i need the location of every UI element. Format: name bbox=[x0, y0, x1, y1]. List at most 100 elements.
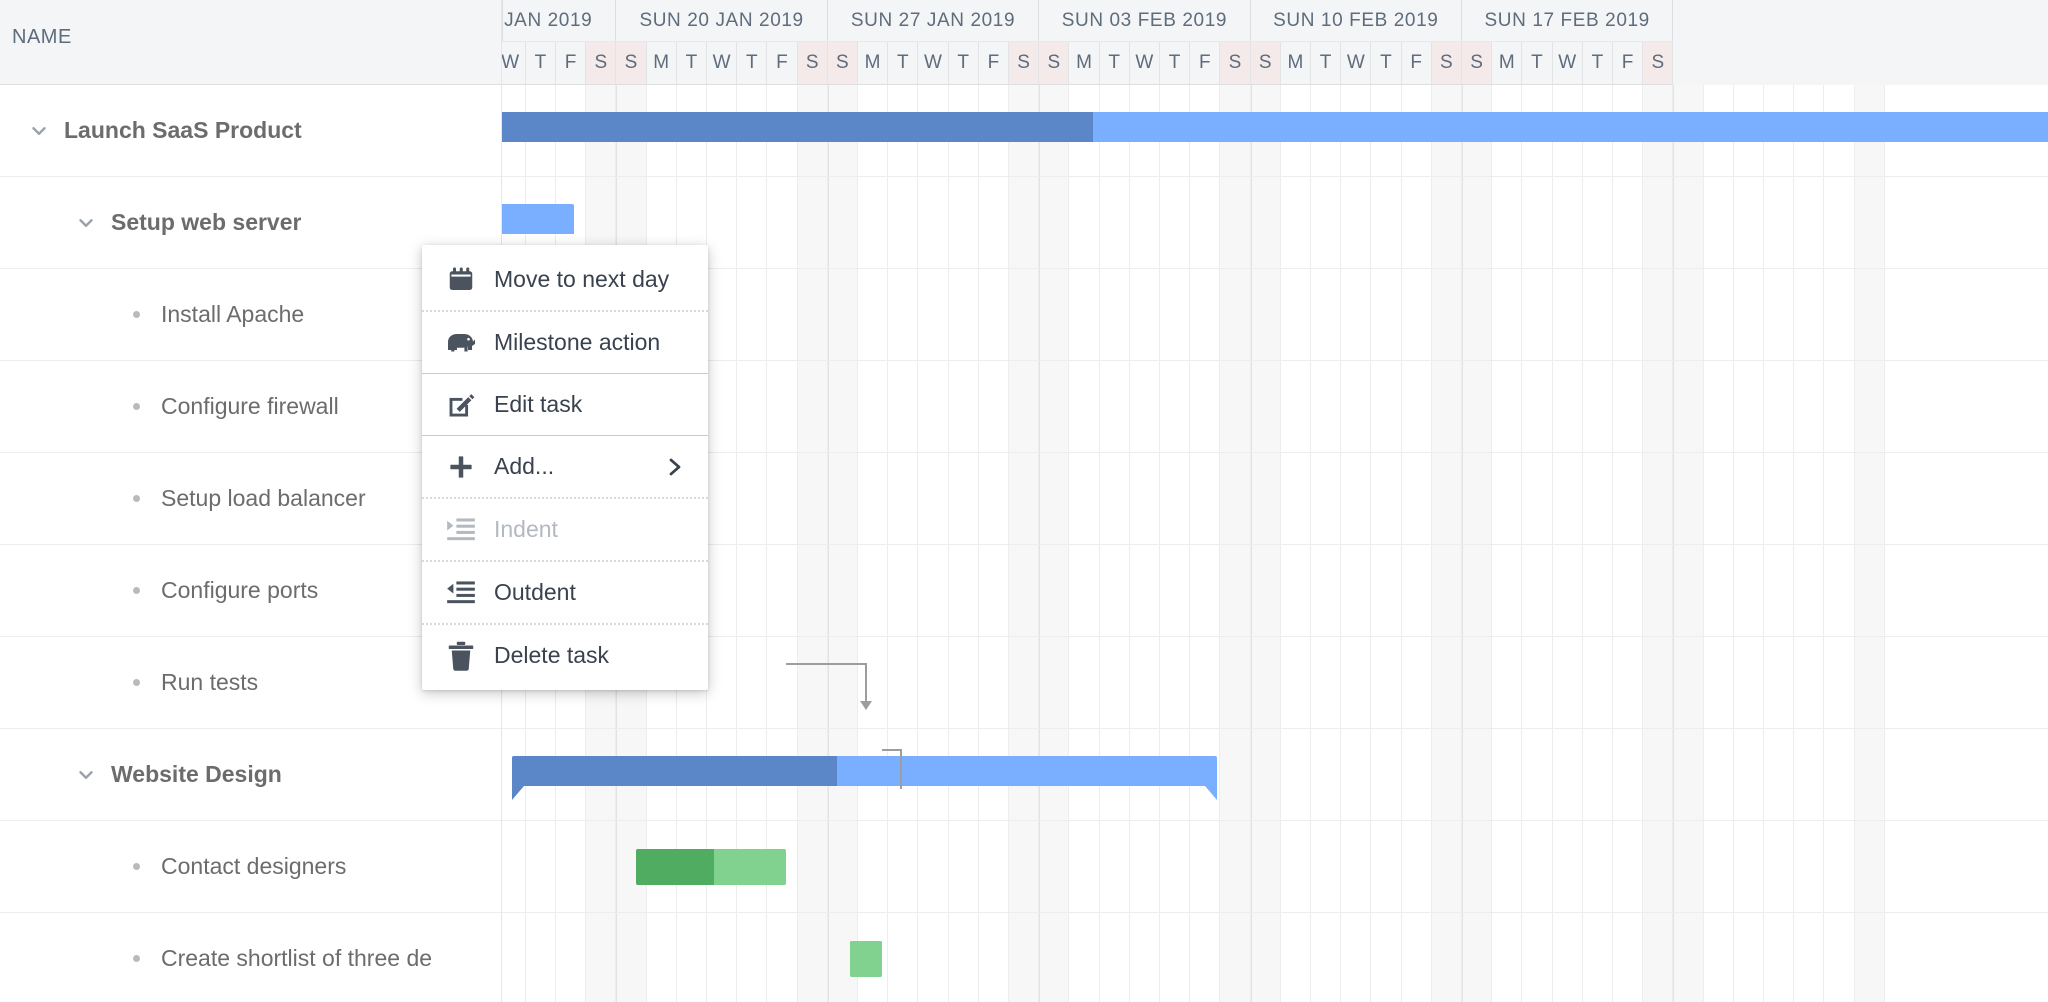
day-header-label: W bbox=[1558, 52, 1577, 73]
outdent-icon bbox=[444, 580, 478, 606]
row-gridline bbox=[502, 728, 2048, 729]
day-header-label: S bbox=[836, 52, 849, 73]
week-header-label: SUN 20 JAN 2019 bbox=[639, 9, 804, 31]
menu-item-add[interactable]: Add... bbox=[422, 436, 708, 497]
day-header-cell: F bbox=[1613, 42, 1644, 85]
week-header-label: SUN 13 JAN 2019 bbox=[502, 9, 593, 31]
task-name-label: Setup web server bbox=[111, 209, 302, 235]
menu-item-label: Edit task bbox=[494, 391, 583, 417]
dependency-line bbox=[786, 663, 866, 665]
task-row[interactable]: Website Design bbox=[0, 729, 501, 821]
day-header-label: F bbox=[1198, 52, 1211, 73]
day-header-label: T bbox=[1108, 52, 1120, 73]
day-header-label: S bbox=[1470, 52, 1483, 73]
day-header-cell: T bbox=[676, 42, 707, 85]
day-header-label: F bbox=[987, 52, 1000, 73]
day-header-cell: F bbox=[767, 42, 798, 85]
day-header-label: T bbox=[896, 52, 909, 73]
task-row[interactable]: Launch SaaS Product bbox=[0, 85, 501, 177]
day-header-cell: M bbox=[1069, 42, 1100, 85]
task-row[interactable]: Create shortlist of three de bbox=[0, 913, 501, 1002]
day-header-label: S bbox=[624, 52, 638, 73]
row-gridline bbox=[502, 820, 2048, 821]
day-header-label: M bbox=[1287, 52, 1304, 73]
day-header-label: S bbox=[1651, 52, 1665, 73]
timeline-body[interactable] bbox=[502, 85, 2048, 1002]
menu-item-milestone-action[interactable]: Milestone action bbox=[422, 312, 708, 373]
dependency-arrowhead bbox=[859, 701, 872, 710]
task-context-menu[interactable]: Move to next day Milestone action Edit tas… bbox=[422, 245, 708, 690]
menu-item-move-to-next-day[interactable]: Move to next day bbox=[422, 249, 708, 310]
bullet-icon bbox=[125, 495, 147, 502]
day-header-label: W bbox=[1135, 52, 1154, 73]
day-header-cell: S bbox=[586, 42, 617, 85]
day-header-cell: T bbox=[737, 42, 768, 85]
progress-fill bbox=[636, 849, 714, 885]
day-header-cell: W bbox=[502, 42, 526, 85]
week-header-cell: SUN 10 FEB 2019 bbox=[1250, 0, 1462, 42]
day-header-cell: S bbox=[1431, 42, 1462, 85]
summary-bar-tail-left bbox=[512, 786, 524, 800]
row-gridline bbox=[502, 360, 2048, 361]
plus-icon bbox=[444, 452, 478, 482]
menu-item-label: Delete task bbox=[494, 642, 610, 668]
day-header-label: S bbox=[1228, 52, 1242, 73]
menu-item-outdent[interactable]: Outdent bbox=[422, 562, 708, 623]
day-header-cell: F bbox=[978, 42, 1009, 85]
day-header-label: S bbox=[1440, 52, 1453, 73]
day-header-label: T bbox=[1531, 52, 1543, 73]
day-header-label: W bbox=[502, 52, 520, 73]
summary-bar[interactable] bbox=[502, 112, 2048, 142]
timeline-header: SUN 13 JAN 2019WTFSSUN 20 JAN 2019SMTWTF… bbox=[502, 0, 2048, 85]
menu-item-delete-task[interactable]: Delete task bbox=[422, 625, 708, 686]
summary-bar[interactable] bbox=[512, 756, 1217, 786]
task-bar[interactable] bbox=[636, 849, 786, 885]
day-header-cell: T bbox=[948, 42, 979, 85]
edit-icon bbox=[444, 390, 478, 420]
day-header-label: F bbox=[564, 52, 577, 73]
progress-fill bbox=[502, 112, 1093, 142]
progress-fill bbox=[850, 941, 882, 977]
menu-item-label: Indent bbox=[494, 516, 558, 542]
day-header-label: T bbox=[1319, 52, 1332, 73]
day-header-label: W bbox=[712, 52, 731, 73]
day-header-cell: S bbox=[1462, 42, 1493, 85]
day-header-label: M bbox=[864, 52, 881, 73]
day-header-cell: S bbox=[1039, 42, 1070, 85]
task-name-label: Contact designers bbox=[161, 853, 347, 879]
dependency-line bbox=[865, 663, 867, 701]
bullet-icon bbox=[125, 587, 147, 594]
row-gridline bbox=[502, 176, 2048, 177]
menu-item-label: Milestone action bbox=[494, 329, 661, 355]
task-bar[interactable] bbox=[850, 941, 882, 977]
day-header-label: S bbox=[1047, 52, 1061, 73]
row-gridline bbox=[502, 636, 2048, 637]
menu-item-edit-task[interactable]: Edit task bbox=[422, 374, 708, 435]
day-header-label: M bbox=[1498, 52, 1515, 73]
summary-bar-tail-right bbox=[1205, 786, 1217, 800]
day-header-label: T bbox=[1591, 52, 1604, 73]
day-header-cell: T bbox=[1160, 42, 1191, 85]
week-header-cell: SUN 17 FEB 2019 bbox=[1462, 0, 1674, 42]
task-name-label: Configure ports bbox=[161, 577, 319, 603]
day-header-label: T bbox=[1380, 52, 1392, 73]
task-name-label: Install Apache bbox=[161, 301, 305, 327]
day-header-label: F bbox=[1410, 52, 1422, 73]
chevron-down-icon[interactable] bbox=[28, 120, 50, 142]
task-name-label: Create shortlist of three de bbox=[161, 945, 433, 971]
milestone-icon bbox=[444, 330, 478, 356]
chevron-down-icon[interactable] bbox=[75, 764, 97, 786]
gantt-chart-app: NAME Launch SaaS Product Setup web server… bbox=[0, 0, 2048, 1002]
task-name-label: Configure firewall bbox=[161, 393, 339, 419]
day-header-cell: S bbox=[827, 42, 858, 85]
task-row[interactable]: Contact designers bbox=[0, 821, 501, 913]
day-header-cell: M bbox=[1492, 42, 1523, 85]
day-header-cell: F bbox=[1401, 42, 1432, 85]
day-header-cell: S bbox=[1220, 42, 1251, 85]
chevron-down-icon[interactable] bbox=[75, 212, 97, 234]
menu-item-label: Move to next day bbox=[494, 266, 670, 292]
day-header-cell: W bbox=[1552, 42, 1583, 85]
day-header-cell: W bbox=[1129, 42, 1160, 85]
day-header-cell: T bbox=[1311, 42, 1342, 85]
summary-bar[interactable] bbox=[502, 204, 574, 234]
